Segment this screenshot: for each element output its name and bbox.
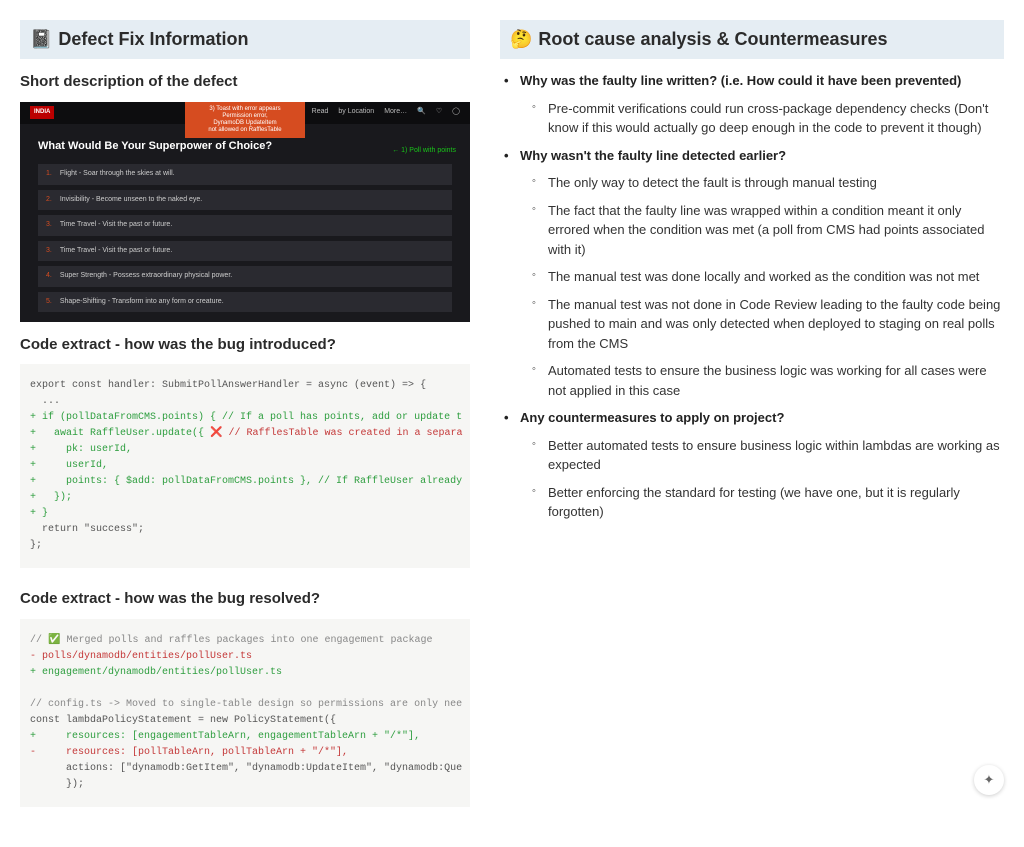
defect-banner: 📓 Defect Fix Information [20, 20, 470, 59]
ss-option: 2.Invisibility - Become unseen to the na… [38, 190, 452, 211]
notebook-icon: 📓 [30, 26, 52, 53]
defect-title: Defect Fix Information [58, 26, 248, 53]
ss-logo: INDIA [30, 106, 54, 119]
ss-nav-item: More… [384, 107, 407, 118]
defect-screenshot: INDIA 🏠 Home All Read by Location More… … [20, 102, 470, 322]
subheading-code-fix: Code extract - how was the bug resolved? [20, 588, 470, 611]
ss-question: What Would Be Your Superpower of Choice? [38, 138, 452, 155]
user-icon: ◯ [452, 107, 460, 118]
rca-title: Root cause analysis & Countermeasures [538, 26, 887, 53]
list-item: Better enforcing the standard for testin… [532, 483, 1004, 522]
ss-nav-item: Read [312, 107, 329, 118]
list-item: The only way to detect the fault is thro… [532, 173, 1004, 193]
ss-option: 3.Time Travel - Visit the past or future… [38, 241, 452, 262]
subheading-code-intro: Code extract - how was the bug introduce… [20, 334, 470, 357]
ss-option: 3.Time Travel - Visit the past or future… [38, 215, 452, 236]
left-column: 📓 Defect Fix Information Short descripti… [20, 20, 470, 827]
cross-icon: ❌ [210, 428, 222, 439]
check-icon: ✅ [48, 635, 60, 646]
rca-list: Why was the faulty line written? (i.e. H… [500, 71, 1004, 522]
list-item: Pre-commit verifications could run cross… [532, 99, 1004, 138]
ss-option: 5.Shape-Shifting - Transform into any fo… [38, 292, 452, 313]
fab-button[interactable]: ✦ [974, 765, 1004, 795]
ss-toast: 3) Toast with error appears Permission e… [185, 102, 305, 139]
ss-nav-item: by Location [338, 107, 374, 118]
ss-option: 4.Super Strength - Possess extraordinary… [38, 266, 452, 287]
list-item: The manual test was done locally and wor… [532, 267, 1004, 287]
list-item: The fact that the faulty line was wrappe… [532, 201, 1004, 260]
search-icon: 🔍 [417, 107, 426, 118]
list-item: The manual test was not done in Code Rev… [532, 295, 1004, 354]
annotation-1: ← 1) Poll with points [392, 146, 456, 157]
rca-question-2: Why wasn't the faulty line detected earl… [504, 146, 1004, 401]
rca-question-1: Why was the faulty line written? (i.e. H… [504, 71, 1004, 138]
code-block-fix: // ✅ Merged polls and raffles packages i… [20, 619, 470, 807]
list-item: Automated tests to ensure the business l… [532, 361, 1004, 400]
rca-banner: 🤔 Root cause analysis & Countermeasures [500, 20, 1004, 59]
bell-icon: ♡ [436, 107, 442, 118]
code-block-intro: export const handler: SubmitPollAnswerHa… [20, 364, 470, 568]
right-column: 🤔 Root cause analysis & Countermeasures … [500, 20, 1004, 827]
rca-question-3: Any countermeasures to apply on project?… [504, 408, 1004, 522]
thinking-icon: 🤔 [510, 26, 532, 53]
ss-option: 1.Flight - Soar through the skies at wil… [38, 164, 452, 185]
list-item: Better automated tests to ensure busines… [532, 436, 1004, 475]
sparkle-icon: ✦ [984, 770, 995, 790]
subheading-short-desc: Short description of the defect [20, 71, 470, 94]
